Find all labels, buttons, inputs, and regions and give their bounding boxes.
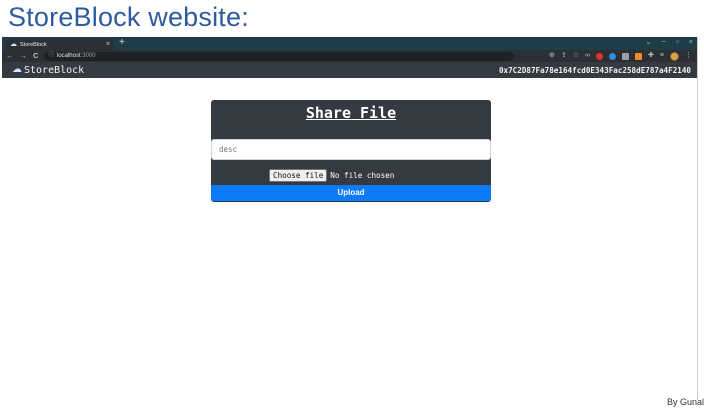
card-title: Share File [305,104,397,122]
share-icon[interactable]: ⇪ [561,51,567,61]
address-bar: ← → C ⓘ localhost :3000 ⊕ ⇪ ☆ ∞ ✚ ≡ ⋮ [2,50,697,62]
close-tab-icon[interactable]: × [106,41,110,48]
info-icon[interactable]: ⓘ [48,53,54,59]
cloud-icon: ☁ [10,41,17,48]
description-input[interactable] [211,139,491,160]
close-window-icon[interactable]: × [689,38,693,46]
file-picker: Choose file No file chosen [269,169,394,182]
minimize-icon[interactable]: − [662,38,666,46]
cloud-icon: ☁ [12,64,22,75]
new-tab-button[interactable]: + [119,38,125,48]
reload-icon[interactable]: C [33,52,38,60]
menu-icon[interactable]: ⋮ [685,51,692,61]
choose-file-button[interactable]: Choose file [269,169,328,182]
url-host: localhost [56,53,81,59]
puzzle-icon[interactable]: ✚ [648,51,654,61]
brand-name: StoreBlock [24,64,85,76]
url-input[interactable]: ⓘ localhost :3000 [44,51,515,61]
extension-red-icon[interactable] [596,52,604,60]
url-port: :3000 [80,53,96,59]
tab-strip: ☁ StoreBlock × + ⌄ − ▫ × [2,37,697,50]
tab-title: StoreBlock [20,41,47,48]
browser-toolbar: ⊕ ⇪ ☆ ∞ ✚ ≡ ⋮ [549,51,692,61]
upload-button[interactable]: Upload [211,185,491,201]
account-address: 0x7C2D87Fa78e164fcd0E343Fac258dE787a4F21… [498,65,691,75]
back-icon[interactable]: ← [6,52,14,60]
browser-tab[interactable]: ☁ StoreBlock × [6,39,114,50]
tab-search-icon[interactable]: ⌄ [645,38,651,46]
reading-list-icon[interactable]: ≡ [660,51,664,61]
link-icon[interactable]: ∞ [585,51,590,61]
extension-grey-icon[interactable] [622,52,630,60]
extension-orange-icon[interactable] [635,52,643,60]
share-file-card: Share File Choose file No file chosen Up… [211,100,491,202]
browser-window: ☁ StoreBlock × + ⌄ − ▫ × ← → C ⓘ localho… [2,37,698,400]
zoom-icon[interactable]: ⊕ [549,51,555,61]
window-controls: ⌄ − ▫ × [645,38,693,46]
profile-avatar[interactable] [670,51,679,61]
extension-blue-icon[interactable] [609,52,617,60]
author-credit: By Gunal [666,397,704,407]
forward-icon[interactable]: → [20,52,28,60]
slide-title: StoreBlock website: [8,2,249,32]
restore-icon[interactable]: ▫ [676,38,679,46]
brand[interactable]: ☁ StoreBlock [12,65,84,76]
file-status: No file chosen [330,171,395,180]
app-navbar: ☁ StoreBlock 0x7C2D87Fa78e164fcd0E343Fac… [2,62,697,78]
star-icon[interactable]: ☆ [573,51,579,61]
